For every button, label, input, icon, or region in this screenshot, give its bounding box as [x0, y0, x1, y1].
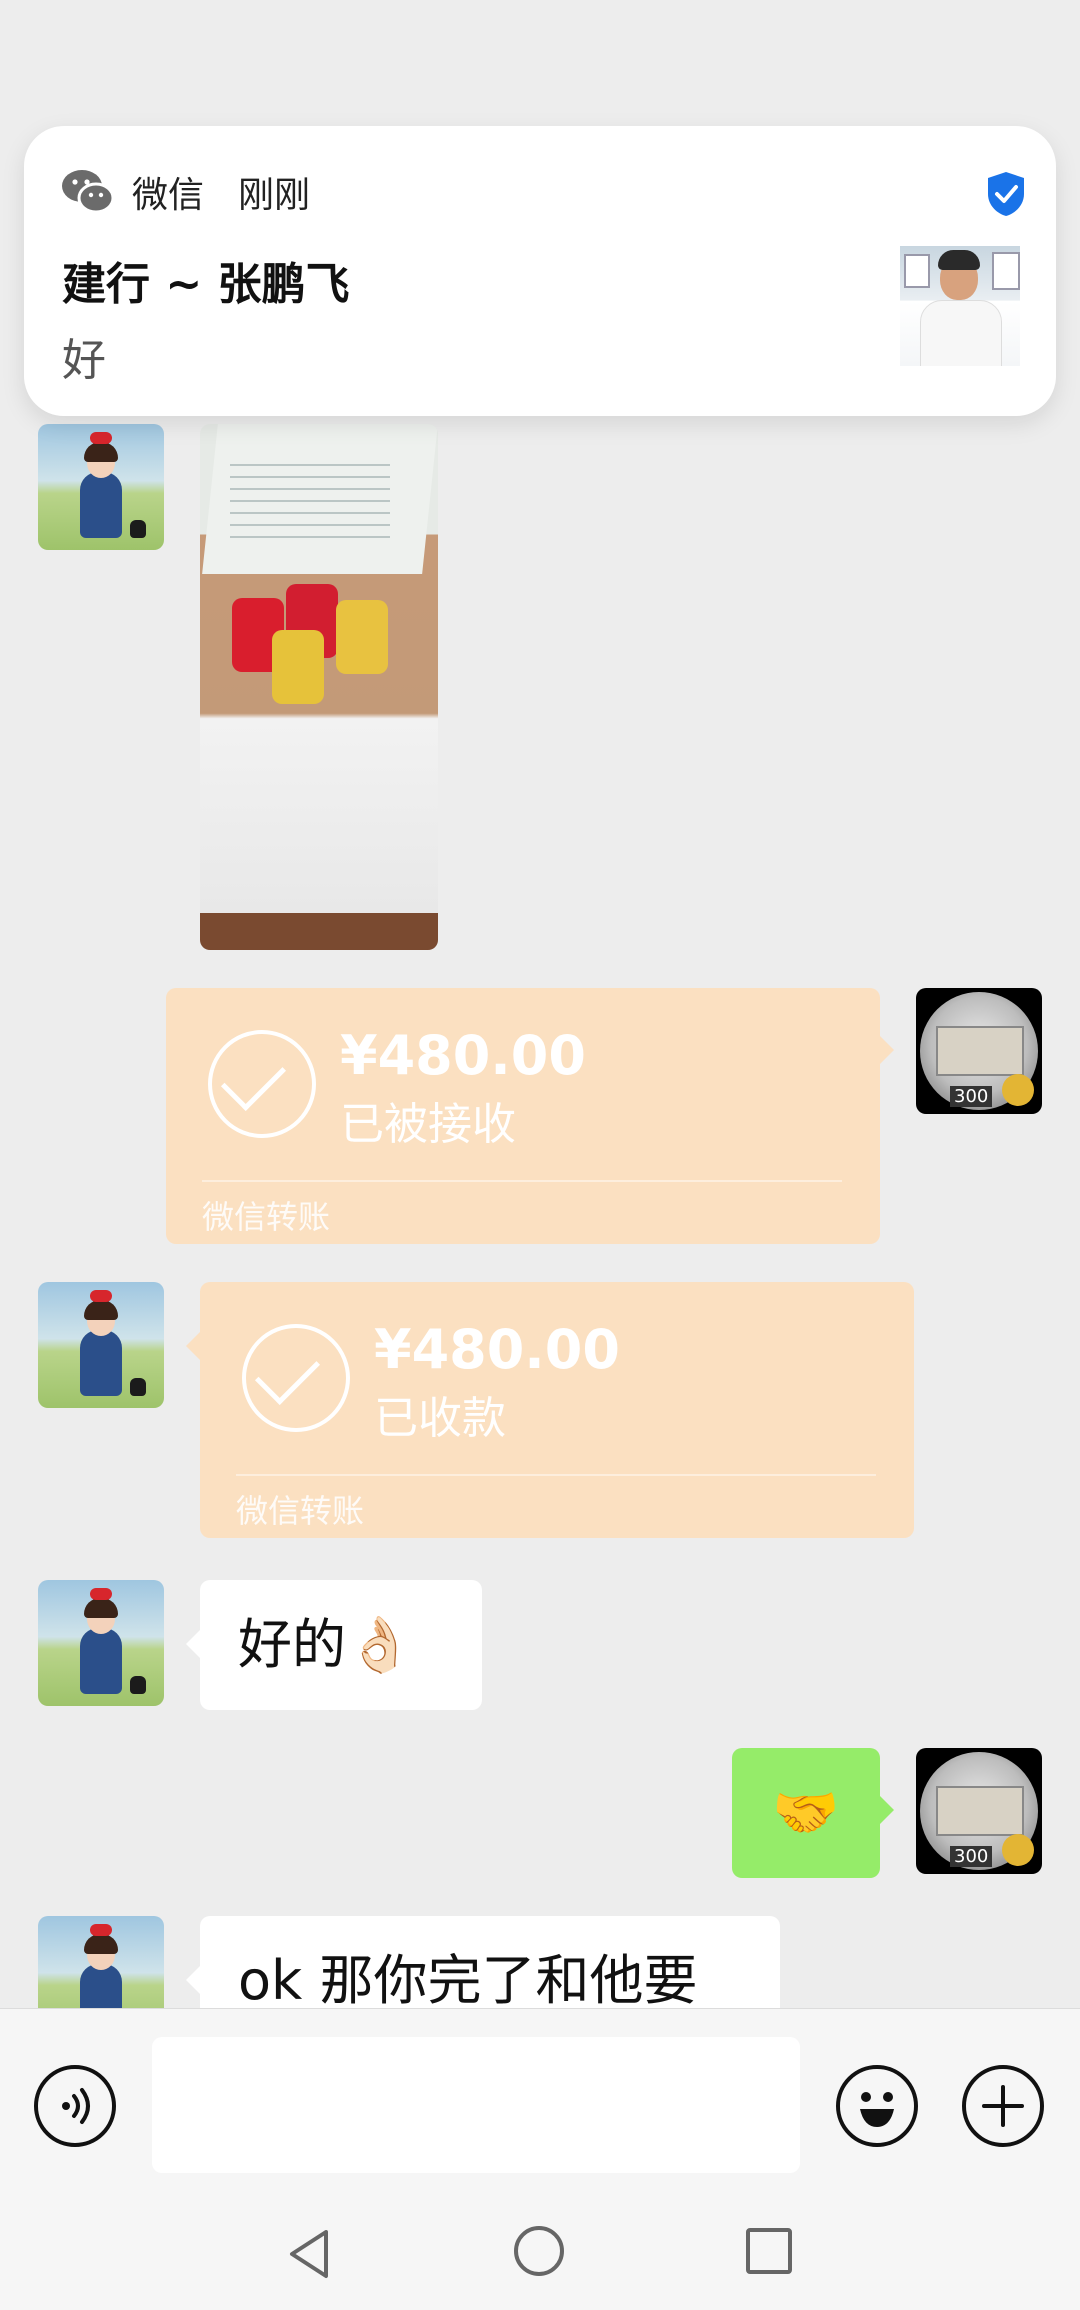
plus-icon[interactable] — [962, 2065, 1044, 2147]
self-avatar[interactable]: 300 — [916, 1748, 1042, 1874]
sender-avatar-thumbnail — [900, 246, 1020, 366]
transfer-status: 已收款 — [374, 1393, 506, 1444]
verified-shield-icon — [988, 172, 1024, 216]
transfer-label: 微信转账 — [202, 1198, 331, 1236]
notification-sender: 建行 ~ 张鹏飞 — [62, 259, 350, 310]
transfer-received-card[interactable]: ¥480.00 已收款 微信转账 — [200, 1282, 914, 1538]
handshake-emoji: 🤝 — [772, 1781, 840, 1844]
contact-avatar[interactable] — [38, 1580, 164, 1706]
transfer-amount: ¥480.00 — [340, 1024, 586, 1087]
message-text: 好的👌🏻 — [238, 1613, 414, 1676]
contact-avatar[interactable] — [38, 1282, 164, 1408]
chat-screen: 微信 刚刚 建行 ~ 张鹏飞 好 ¥480.00 已被接收 微信转账 300 ¥… — [0, 0, 1080, 2310]
chat-input-bar — [0, 2008, 1080, 2173]
nav-home-icon[interactable] — [514, 2226, 564, 2276]
notification-message: 好 — [62, 335, 106, 386]
message-text: ok 那你完了和他要 — [238, 1949, 698, 2012]
text-message[interactable]: 好的👌🏻 — [200, 1580, 482, 1710]
self-avatar[interactable]: 300 — [916, 988, 1042, 1114]
emoji-message[interactable]: 🤝 — [732, 1748, 880, 1878]
emoji-icon[interactable] — [836, 2065, 918, 2147]
wechat-icon — [62, 170, 115, 214]
nav-back-icon[interactable] — [286, 2228, 334, 2280]
notification-banner[interactable]: 微信 刚刚 建行 ~ 张鹏飞 好 — [24, 126, 1056, 416]
photo-message[interactable] — [200, 424, 438, 950]
voice-input-icon[interactable] — [34, 2065, 116, 2147]
transfer-label: 微信转账 — [236, 1492, 365, 1530]
transfer-sent-card[interactable]: ¥480.00 已被接收 微信转账 — [166, 988, 880, 1244]
transfer-amount: ¥480.00 — [374, 1318, 620, 1381]
notification-app-name: 微信 — [132, 175, 205, 216]
nav-recent-icon[interactable] — [746, 2228, 792, 2274]
message-input[interactable] — [152, 2037, 800, 2173]
contact-avatar[interactable] — [38, 424, 164, 550]
notification-time: 刚刚 — [238, 175, 311, 216]
transfer-status: 已被接收 — [340, 1099, 516, 1150]
